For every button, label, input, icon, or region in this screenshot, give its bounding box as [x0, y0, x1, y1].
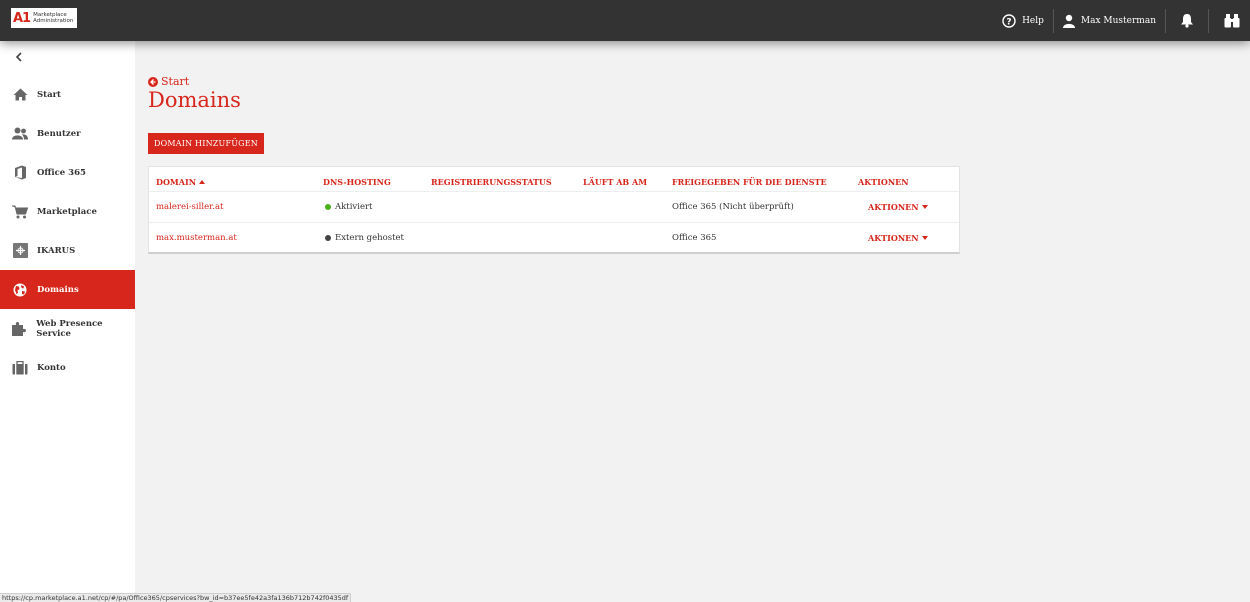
- arrow-circle-left-icon: [148, 76, 158, 87]
- globe-icon: [12, 282, 28, 298]
- top-bar: A1 Marketplace Administration ? Help Max…: [0, 0, 1250, 41]
- sidebar-item-label: IKARUS: [37, 245, 76, 256]
- status-dot-icon: [325, 204, 331, 210]
- add-domain-button[interactable]: DOMAIN HINZUFÜGEN: [148, 133, 264, 154]
- column-header-label: AKTIONEN: [858, 177, 909, 187]
- table-row: malerei-siller.at Aktiviert Office 365 (…: [149, 191, 959, 222]
- puzzle-icon: [12, 321, 27, 337]
- sidebar-item-ikarus[interactable]: IKARUS: [0, 231, 135, 270]
- chevron-left-icon: [15, 52, 22, 62]
- svg-text:?: ?: [1006, 17, 1011, 27]
- user-menu[interactable]: Max Musterman: [1054, 9, 1165, 33]
- caret-down-icon: [921, 205, 928, 209]
- column-header-label: DNS-HOSTING: [323, 177, 391, 187]
- breadcrumb-back-link[interactable]: Start: [148, 75, 189, 88]
- column-header-services: FREIGEGEBEN FÜR DIE DIENSTE: [672, 177, 827, 187]
- sidebar-item-label: Domains: [37, 284, 79, 295]
- sidebar-item-label: Marketplace: [37, 206, 97, 217]
- services-cell: Office 365: [672, 233, 717, 243]
- sidebar-item-label: Konto: [37, 362, 66, 373]
- help-button[interactable]: ? Help: [993, 9, 1053, 33]
- column-header-label: DOMAIN: [156, 177, 197, 187]
- column-header-aktionen: AKTIONEN: [858, 177, 909, 187]
- column-header-domain[interactable]: DOMAIN: [156, 177, 206, 187]
- domain-link[interactable]: malerei-siller.at: [156, 202, 223, 212]
- logo-mark: A1: [13, 10, 31, 26]
- column-header-registrierungsstatus: REGISTRIERUNGSSTATUS: [431, 177, 552, 187]
- domain-link[interactable]: max.musterman.at: [156, 233, 237, 243]
- help-label: Help: [1022, 15, 1044, 26]
- status-dot-icon: [325, 235, 331, 241]
- domains-table: DOMAIN DNS-HOSTING REGISTRIERUNGSSTATUS …: [148, 166, 960, 254]
- column-header-expires: LÄUFT AB AM: [583, 177, 647, 187]
- office-icon: [12, 165, 28, 181]
- ikarus-icon: [12, 243, 28, 259]
- column-header-label: LÄUFT AB AM: [583, 177, 648, 187]
- breadcrumb-label: Start: [161, 75, 190, 88]
- bell-icon: [1180, 13, 1194, 28]
- actions-dropdown[interactable]: AKTIONEN: [868, 202, 928, 212]
- home-icon: [12, 87, 28, 103]
- sort-ascending-icon: [199, 180, 206, 184]
- table-row: max.musterman.at Extern gehostet Office …: [149, 222, 959, 253]
- top-right-nav: ? Help Max Musterman: [993, 0, 1250, 41]
- sidebar-item-konto[interactable]: Konto: [0, 348, 135, 387]
- caret-down-icon: [921, 236, 928, 240]
- column-header-label: FREIGEGEBEN FÜR DIE DIENSTE: [672, 177, 827, 187]
- actions-label: AKTIONEN: [868, 202, 919, 212]
- logo-line2: Administration: [33, 18, 74, 24]
- sidebar-item-label: Benutzer: [37, 128, 81, 139]
- sidebar-item-benutzer[interactable]: Benutzer: [0, 114, 135, 153]
- briefcase-icon: [12, 360, 28, 376]
- actions-dropdown[interactable]: AKTIONEN: [868, 233, 928, 243]
- logo-text: Marketplace Administration: [33, 12, 73, 24]
- sidebar-item-start[interactable]: Start: [0, 75, 135, 114]
- sidebar-item-label: Web Presence Service: [36, 318, 103, 339]
- dns-status: Aktiviert: [325, 202, 372, 212]
- users-icon: [12, 126, 28, 142]
- sidebar-item-domains[interactable]: Domains: [0, 270, 135, 309]
- browser-status-bar: https://cp.marketplace.a1.net/cp/#/pa/Of…: [0, 593, 352, 602]
- collapse-sidebar-button[interactable]: [15, 51, 23, 65]
- dns-status-label: Aktiviert: [335, 202, 373, 212]
- sidebar-item-office365[interactable]: Office 365: [0, 153, 135, 192]
- binoculars-icon: [1224, 13, 1240, 28]
- logo[interactable]: A1 Marketplace Administration: [11, 8, 77, 28]
- user-icon: [1062, 14, 1075, 28]
- sidebar-item-label: Office 365: [37, 167, 86, 178]
- cart-icon: [12, 204, 28, 220]
- sidebar-item-marketplace[interactable]: Marketplace: [0, 192, 135, 231]
- help-icon: ?: [1002, 13, 1016, 28]
- sidebar-item-web-presence[interactable]: Web Presence Service: [0, 309, 135, 348]
- dns-status-label: Extern gehostet: [335, 233, 404, 243]
- page-title: Domains: [148, 88, 241, 112]
- notifications-button[interactable]: [1166, 9, 1208, 33]
- actions-label: AKTIONEN: [868, 233, 919, 243]
- sidebar: Start Benutzer Office 365 Marketplace IK…: [0, 41, 135, 602]
- column-header-label: REGISTRIERUNGSSTATUS: [431, 177, 552, 187]
- user-name: Max Musterman: [1080, 15, 1156, 26]
- binoculars-button[interactable]: [1209, 9, 1250, 33]
- dns-status: Extern gehostet: [325, 233, 404, 243]
- sidebar-item-label: Start: [37, 89, 61, 100]
- services-cell: Office 365 (Nicht überprüft): [672, 202, 794, 212]
- column-header-dns-hosting: DNS-HOSTING: [323, 177, 391, 187]
